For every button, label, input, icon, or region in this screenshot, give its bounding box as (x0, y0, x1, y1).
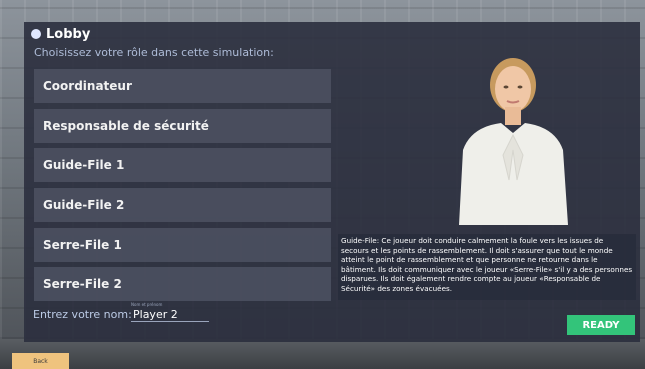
name-input-hint: Nom et prénom (131, 302, 163, 307)
role-button-coordinateur[interactable]: Coordinateur (34, 69, 331, 103)
role-button-serre-file-1[interactable]: Serre-File 1 (34, 228, 331, 262)
character-avatar (451, 55, 576, 225)
role-button-guide-file-2[interactable]: Guide-File 2 (34, 188, 331, 222)
role-button-guide-file-1[interactable]: Guide-File 1 (34, 148, 331, 182)
circle-icon (31, 29, 41, 39)
name-input[interactable]: Nom et prénom Player 2 (131, 303, 209, 322)
lobby-title-text: Lobby (46, 26, 91, 42)
name-input-value[interactable]: Player 2 (133, 309, 178, 321)
background-floor (0, 339, 645, 369)
role-button-responsable-securite[interactable]: Responsable de sécurité (34, 109, 331, 143)
role-button-serre-file-2[interactable]: Serre-File 2 (34, 267, 331, 301)
back-button[interactable]: Back (12, 353, 69, 369)
ready-button[interactable]: READY (567, 315, 635, 335)
lobby-title: Lobby (31, 25, 90, 43)
name-label: Entrez votre nom: (33, 308, 132, 321)
role-description: Guide-File: Ce joueur doit conduire calm… (338, 234, 636, 300)
role-prompt: Choisissez votre rôle dans cette simulat… (34, 46, 274, 59)
